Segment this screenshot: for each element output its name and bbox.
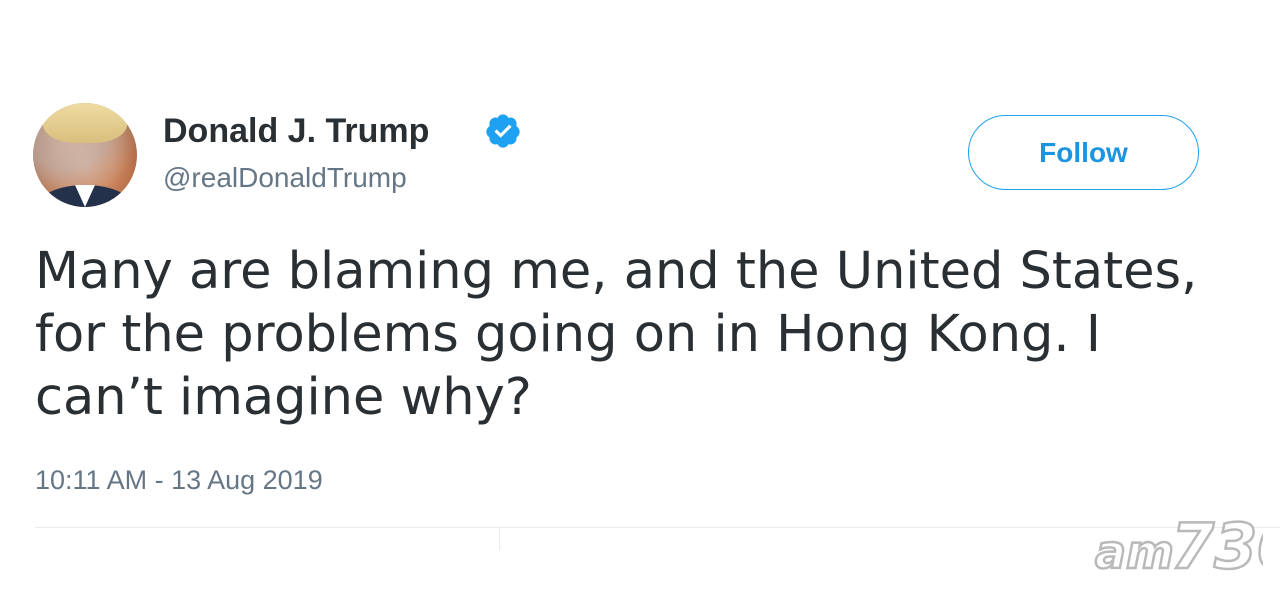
avatar-hair: [43, 103, 127, 143]
am730-watermark-logo: am 730 am730: [1094, 509, 1263, 575]
svg-text:730: 730: [1171, 510, 1263, 575]
user-handle[interactable]: @realDonaldTrump: [163, 162, 407, 194]
tweet-text-line: for the problems going on in Hong Kong. …: [35, 305, 1101, 364]
verified-badge-icon: [486, 114, 520, 148]
svg-text:am: am: [1095, 525, 1174, 575]
tweet-text-line: Many are blaming me, and the United Stat…: [35, 242, 1198, 301]
divider-vertical: [499, 528, 500, 550]
user-display-name[interactable]: Donald J. Trump: [163, 112, 429, 151]
tweet-timestamp[interactable]: 10:11 AM - 13 Aug 2019: [35, 465, 323, 496]
avatar[interactable]: [33, 103, 137, 207]
follow-button[interactable]: Follow: [968, 115, 1199, 190]
tweet-text-line: can’t imagine why?: [35, 368, 532, 427]
tweet-card: Donald J. Trump @realDonaldTrump Follow …: [0, 0, 1280, 590]
tweet-text: Many are blaming me, and the United Stat…: [35, 240, 1255, 429]
